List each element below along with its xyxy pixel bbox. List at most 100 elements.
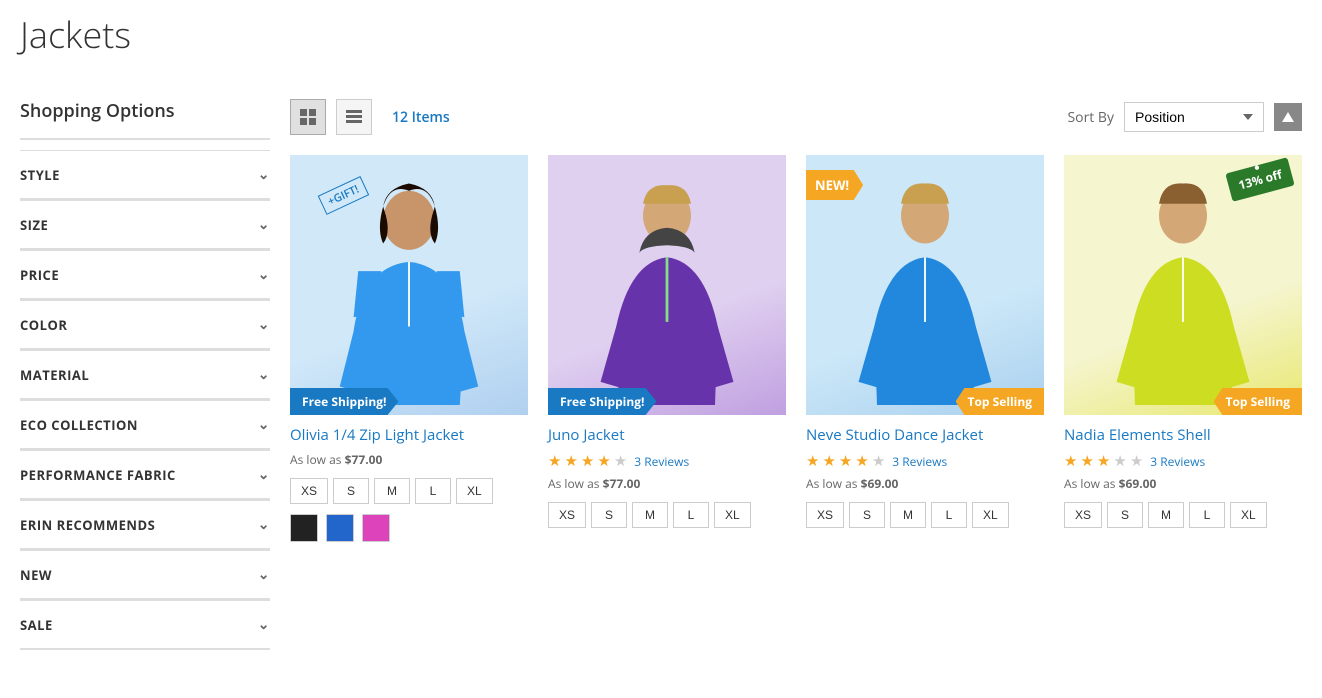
filter-price-label: PRICE: [20, 266, 59, 284]
sort-label: Sort By: [1067, 108, 1114, 127]
sort-select[interactable]: Position Product Name Price Rating: [1124, 102, 1264, 132]
product-card-neve: NEW! Top Selling Neve Studio Dance Jacke…: [806, 155, 1044, 542]
size-xs[interactable]: XS: [806, 502, 844, 528]
sort-ascending-button[interactable]: [1274, 103, 1302, 131]
shopping-options-heading: Shopping Options: [20, 99, 270, 140]
filter-sale-label: SALE: [20, 616, 53, 634]
product-name-olivia[interactable]: Olivia 1/4 Zip Light Jacket: [290, 425, 528, 445]
filter-size-label: SIZE: [20, 216, 48, 234]
sort-area: Sort By Position Product Name Price Rati…: [1067, 102, 1302, 132]
product-grid: +GIFT! Free Shipping! Olivia 1/4 Zip Lig…: [290, 155, 1302, 542]
size-xs[interactable]: XS: [1064, 502, 1102, 528]
chevron-down-icon: ⌄: [258, 515, 270, 534]
nadia-product-image: [1093, 165, 1273, 405]
toolbar: 12 Items Sort By Position Product Name P…: [290, 99, 1302, 135]
chevron-down-icon: ⌄: [258, 365, 270, 384]
size-l[interactable]: L: [931, 502, 967, 528]
grid-icon: [300, 109, 316, 125]
price-label-juno: As low as $77.00: [548, 475, 786, 492]
neve-product-image: [835, 165, 1015, 405]
stars-neve: ★ ★ ★ ★ ★ 3 Reviews: [806, 451, 1044, 471]
product-card-nadia: 13% off Top Selling Nadia Elements Shell…: [1064, 155, 1302, 542]
filter-style[interactable]: STYLE ⌄: [20, 150, 270, 200]
color-swatch-pink[interactable]: [362, 514, 390, 542]
filter-eco-collection-label: ECO COLLECTION: [20, 416, 138, 434]
price-label-neve: As low as $69.00: [806, 475, 1044, 492]
filter-performance-fabric-label: PERFORMANCE FABRIC: [20, 466, 176, 484]
size-l[interactable]: L: [1189, 502, 1225, 528]
size-s[interactable]: S: [333, 478, 369, 504]
chevron-down-icon: ⌄: [258, 315, 270, 334]
size-xl[interactable]: XL: [1230, 502, 1267, 528]
filter-new[interactable]: NEW ⌄: [20, 550, 270, 600]
size-s[interactable]: S: [1107, 502, 1143, 528]
color-swatch-blue[interactable]: [326, 514, 354, 542]
size-xl[interactable]: XL: [456, 478, 493, 504]
filter-erin-recommends-label: ERIN RECOMMENDS: [20, 516, 155, 534]
size-grid-olivia: XS S M L XL: [290, 478, 528, 504]
free-shipping-badge-juno: Free Shipping!: [548, 388, 656, 415]
chevron-down-icon: ⌄: [258, 215, 270, 234]
product-card-olivia: +GIFT! Free Shipping! Olivia 1/4 Zip Lig…: [290, 155, 528, 542]
main-content: 12 Items Sort By Position Product Name P…: [290, 99, 1302, 650]
list-view-button[interactable]: [336, 99, 372, 135]
list-icon: [346, 109, 362, 125]
product-name-nadia[interactable]: Nadia Elements Shell: [1064, 425, 1302, 445]
filter-color-label: COLOR: [20, 316, 67, 334]
filter-new-label: NEW: [20, 566, 52, 584]
product-image-wrapper-nadia[interactable]: 13% off Top Selling: [1064, 155, 1302, 415]
stars-juno: ★ ★ ★ ★ ★ 3 Reviews: [548, 451, 786, 471]
size-xl[interactable]: XL: [972, 502, 1009, 528]
size-xl[interactable]: XL: [714, 502, 751, 528]
chevron-down-icon: ⌄: [258, 615, 270, 634]
price-label-nadia: As low as $69.00: [1064, 475, 1302, 492]
chevron-down-icon: ⌄: [258, 565, 270, 584]
filter-size[interactable]: SIZE ⌄: [20, 200, 270, 250]
size-m[interactable]: M: [374, 478, 410, 504]
product-card-juno: Free Shipping! Juno Jacket ★ ★ ★ ★ ★ 3 R…: [548, 155, 786, 542]
product-name-juno[interactable]: Juno Jacket: [548, 425, 786, 445]
filter-price[interactable]: PRICE ⌄: [20, 250, 270, 300]
new-badge-neve: NEW!: [806, 170, 863, 200]
filter-color[interactable]: COLOR ⌄: [20, 300, 270, 350]
chevron-down-icon: ⌄: [258, 465, 270, 484]
size-l[interactable]: L: [415, 478, 451, 504]
size-grid-neve: XS S M L XL: [806, 502, 1044, 528]
filter-erin-recommends[interactable]: ERIN RECOMMENDS ⌄: [20, 500, 270, 550]
filter-material-label: MATERIAL: [20, 366, 89, 384]
color-swatch-black[interactable]: [290, 514, 318, 542]
size-l[interactable]: L: [673, 502, 709, 528]
size-xs[interactable]: XS: [548, 502, 586, 528]
top-selling-badge-neve: Top Selling: [956, 388, 1044, 415]
chevron-down-icon: ⌄: [258, 265, 270, 284]
sidebar: Shopping Options STYLE ⌄ SIZE ⌄ PRICE ⌄ …: [20, 99, 290, 650]
price-label-olivia: As low as $77.00: [290, 451, 528, 468]
size-xs[interactable]: XS: [290, 478, 328, 504]
size-grid-nadia: XS S M L XL: [1064, 502, 1302, 528]
item-count: 12 Items: [392, 108, 450, 127]
juno-product-image: [577, 165, 757, 405]
free-shipping-badge: Free Shipping!: [290, 388, 398, 415]
product-image-wrapper-neve[interactable]: NEW! Top Selling: [806, 155, 1044, 415]
filter-eco-collection[interactable]: ECO COLLECTION ⌄: [20, 400, 270, 450]
size-m[interactable]: M: [632, 502, 668, 528]
filter-performance-fabric[interactable]: PERFORMANCE FABRIC ⌄: [20, 450, 270, 500]
chevron-down-icon: ⌄: [258, 165, 270, 184]
top-selling-badge-nadia: Top Selling: [1214, 388, 1302, 415]
size-m[interactable]: M: [890, 502, 926, 528]
size-s[interactable]: S: [849, 502, 885, 528]
product-name-neve[interactable]: Neve Studio Dance Jacket: [806, 425, 1044, 445]
product-image-wrapper-olivia[interactable]: +GIFT! Free Shipping!: [290, 155, 528, 415]
sort-asc-icon: [1281, 110, 1295, 124]
chevron-down-icon: ⌄: [258, 415, 270, 434]
filter-sale[interactable]: SALE ⌄: [20, 600, 270, 650]
stars-nadia: ★ ★ ★ ★ ★ 3 Reviews: [1064, 451, 1302, 471]
size-s[interactable]: S: [591, 502, 627, 528]
filter-style-label: STYLE: [20, 166, 60, 184]
product-image-wrapper-juno[interactable]: Free Shipping!: [548, 155, 786, 415]
page-title: Jackets: [0, 0, 1322, 79]
size-grid-juno: XS S M L XL: [548, 502, 786, 528]
grid-view-button[interactable]: [290, 99, 326, 135]
size-m[interactable]: M: [1148, 502, 1184, 528]
filter-material[interactable]: MATERIAL ⌄: [20, 350, 270, 400]
